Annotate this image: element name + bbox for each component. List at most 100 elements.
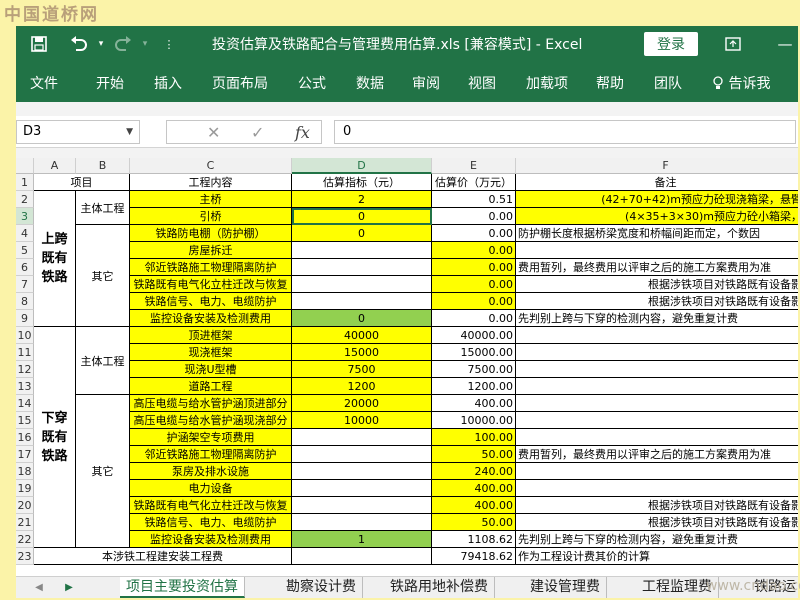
- table-cell[interactable]: 先判别上跨与下穿的检测内容，避免重复计费: [516, 531, 798, 548]
- table-cell[interactable]: 400.00: [432, 480, 516, 497]
- row-header-8[interactable]: 8: [16, 293, 34, 310]
- sheet-tab-survey-design[interactable]: 勘察设计费: [280, 577, 363, 598]
- table-cell[interactable]: 费用暂列，最终费用以评审之后的施工方案费用为准: [516, 446, 798, 463]
- table-cell[interactable]: [516, 429, 798, 446]
- table-cell[interactable]: 7500: [292, 361, 432, 378]
- table-cell[interactable]: 7500.00: [432, 361, 516, 378]
- table-cell[interactable]: [516, 344, 798, 361]
- table-cell[interactable]: 高压电缆与给水管护涵现浇部分: [130, 412, 292, 429]
- sheet-tab-land-compensation[interactable]: 铁路用地补偿费: [384, 577, 495, 598]
- table-cell[interactable]: 0.00: [432, 242, 516, 259]
- table-cell[interactable]: 15000.00: [432, 344, 516, 361]
- row-header-1[interactable]: 1: [16, 174, 34, 191]
- name-box[interactable]: D3 ▼: [16, 120, 140, 144]
- table-cell[interactable]: 400.00: [432, 497, 516, 514]
- row-header-12[interactable]: 12: [16, 361, 34, 378]
- table-cell[interactable]: 作为工程设计费其价的计算: [516, 548, 798, 565]
- tab-view[interactable]: 视图: [468, 73, 496, 93]
- table-cell[interactable]: 1108.62: [432, 531, 516, 548]
- save-icon[interactable]: [28, 34, 50, 54]
- table-cell[interactable]: 50.00: [432, 446, 516, 463]
- table-cell[interactable]: 0.00: [432, 225, 516, 242]
- row-header-11[interactable]: 11: [16, 344, 34, 361]
- table-cell[interactable]: (4×35+3×30)m预应力砼小箱梁，先: [516, 208, 798, 225]
- table-cell[interactable]: 铁路防电棚（防护棚）: [130, 225, 292, 242]
- table-cell[interactable]: 现浇框架: [130, 344, 292, 361]
- table-cell[interactable]: 费用暂列，最终费用以评审之后的施工方案费用为准: [516, 259, 798, 276]
- table-cell[interactable]: 10000.00: [432, 412, 516, 429]
- table-cell[interactable]: 10000: [292, 412, 432, 429]
- table-cell[interactable]: [516, 361, 798, 378]
- column-header-d[interactable]: D: [292, 158, 432, 174]
- column-header-b[interactable]: B: [76, 158, 130, 174]
- table-cell[interactable]: 100.00: [432, 429, 516, 446]
- row-header-3[interactable]: 3: [16, 208, 34, 225]
- table-cell[interactable]: 1200.00: [432, 378, 516, 395]
- table-cell[interactable]: 主桥: [130, 191, 292, 208]
- row-header-2[interactable]: 2: [16, 191, 34, 208]
- table-cell[interactable]: [516, 412, 798, 429]
- table-cell[interactable]: 20000: [292, 395, 432, 412]
- tab-addins[interactable]: 加载项: [526, 73, 568, 93]
- table-cell[interactable]: 1200: [292, 378, 432, 395]
- table-cell[interactable]: 15000: [292, 344, 432, 361]
- tab-data[interactable]: 数据: [356, 73, 384, 93]
- row-header-14[interactable]: 14: [16, 395, 34, 412]
- tab-scroll-right-icon[interactable]: ▶: [60, 577, 78, 598]
- tab-team[interactable]: 团队: [654, 73, 682, 93]
- tab-help[interactable]: 帮助: [596, 73, 624, 93]
- row-header-5[interactable]: 5: [16, 242, 34, 259]
- row-header-22[interactable]: 22: [16, 531, 34, 548]
- table-cell[interactable]: 防护棚长度根据桥梁宽度和桥幅间距而定，个数因: [516, 225, 798, 242]
- table-cell[interactable]: 道路工程: [130, 378, 292, 395]
- table-cell[interactable]: 根据涉铁项目对铁路既有设备影响: [516, 276, 798, 293]
- table-cell[interactable]: 400.00: [432, 395, 516, 412]
- tab-file[interactable]: 文件: [30, 73, 58, 93]
- table-cell[interactable]: 铁路既有电气化立柱迁改与恢复: [130, 276, 292, 293]
- row-header-19[interactable]: 19: [16, 480, 34, 497]
- table-cell[interactable]: 现浇U型槽: [130, 361, 292, 378]
- table-cell[interactable]: [292, 429, 432, 446]
- table-cell[interactable]: 监控设备安装及检测费用: [130, 310, 292, 327]
- sheet-tab-main-estimate[interactable]: 项目主要投资估算: [120, 577, 245, 598]
- cancel-icon[interactable]: ✕: [207, 121, 220, 145]
- row-header-23[interactable]: 23: [16, 548, 34, 565]
- table-cell[interactable]: [292, 548, 432, 565]
- sheet-tab-construction-management[interactable]: 建设管理费: [524, 577, 607, 598]
- row-header-16[interactable]: 16: [16, 429, 34, 446]
- table-cell[interactable]: 监控设备安装及检测费用: [130, 531, 292, 548]
- row-header-15[interactable]: 15: [16, 412, 34, 429]
- tab-page-layout[interactable]: 页面布局: [212, 73, 268, 93]
- table-cell[interactable]: [516, 327, 798, 344]
- table-cell[interactable]: [292, 463, 432, 480]
- table-cell[interactable]: [292, 480, 432, 497]
- row-header-20[interactable]: 20: [16, 497, 34, 514]
- table-cell[interactable]: 电力设备: [130, 480, 292, 497]
- table-cell[interactable]: (42+70+42)m预应力砼现浇箱梁，悬臂浇: [516, 191, 798, 208]
- tab-review[interactable]: 审阅: [412, 73, 440, 93]
- active-cell-d3[interactable]: 0: [292, 208, 432, 225]
- tab-home[interactable]: 开始: [96, 73, 124, 93]
- table-cell[interactable]: [516, 463, 798, 480]
- table-cell[interactable]: 泵房及排水设施: [130, 463, 292, 480]
- table-cell[interactable]: 0.00: [432, 259, 516, 276]
- table-cell[interactable]: 0.00: [432, 310, 516, 327]
- select-all-corner[interactable]: [16, 158, 34, 174]
- row-header-13[interactable]: 13: [16, 378, 34, 395]
- tell-me-box[interactable]: 告诉我: [712, 73, 770, 93]
- table-cell[interactable]: [292, 514, 432, 531]
- table-cell[interactable]: [292, 259, 432, 276]
- formula-input[interactable]: 0: [334, 120, 796, 144]
- chevron-down-icon[interactable]: ▼: [126, 121, 133, 143]
- table-cell[interactable]: 根据涉铁项目对铁路既有设备影响: [516, 514, 798, 531]
- table-cell[interactable]: 50.00: [432, 514, 516, 531]
- spreadsheet-grid[interactable]: A B C D E F 1 2 3 4 5 6 7 8 9 10 11 12 13 14 15 16 17 18 19 20 21 2…: [16, 158, 798, 576]
- row-header-17[interactable]: 17: [16, 446, 34, 463]
- table-cell[interactable]: 先判别上跨与下穿的检测内容，避免重复计费: [516, 310, 798, 327]
- column-header-a[interactable]: A: [34, 158, 76, 174]
- table-cell[interactable]: 根据涉铁项目对铁路既有设备影响: [516, 293, 798, 310]
- table-cell[interactable]: 0: [292, 310, 432, 327]
- table-cell[interactable]: 顶进框架: [130, 327, 292, 344]
- tab-scroll-left-icon[interactable]: ◀: [30, 577, 48, 598]
- table-cell[interactable]: 240.00: [432, 463, 516, 480]
